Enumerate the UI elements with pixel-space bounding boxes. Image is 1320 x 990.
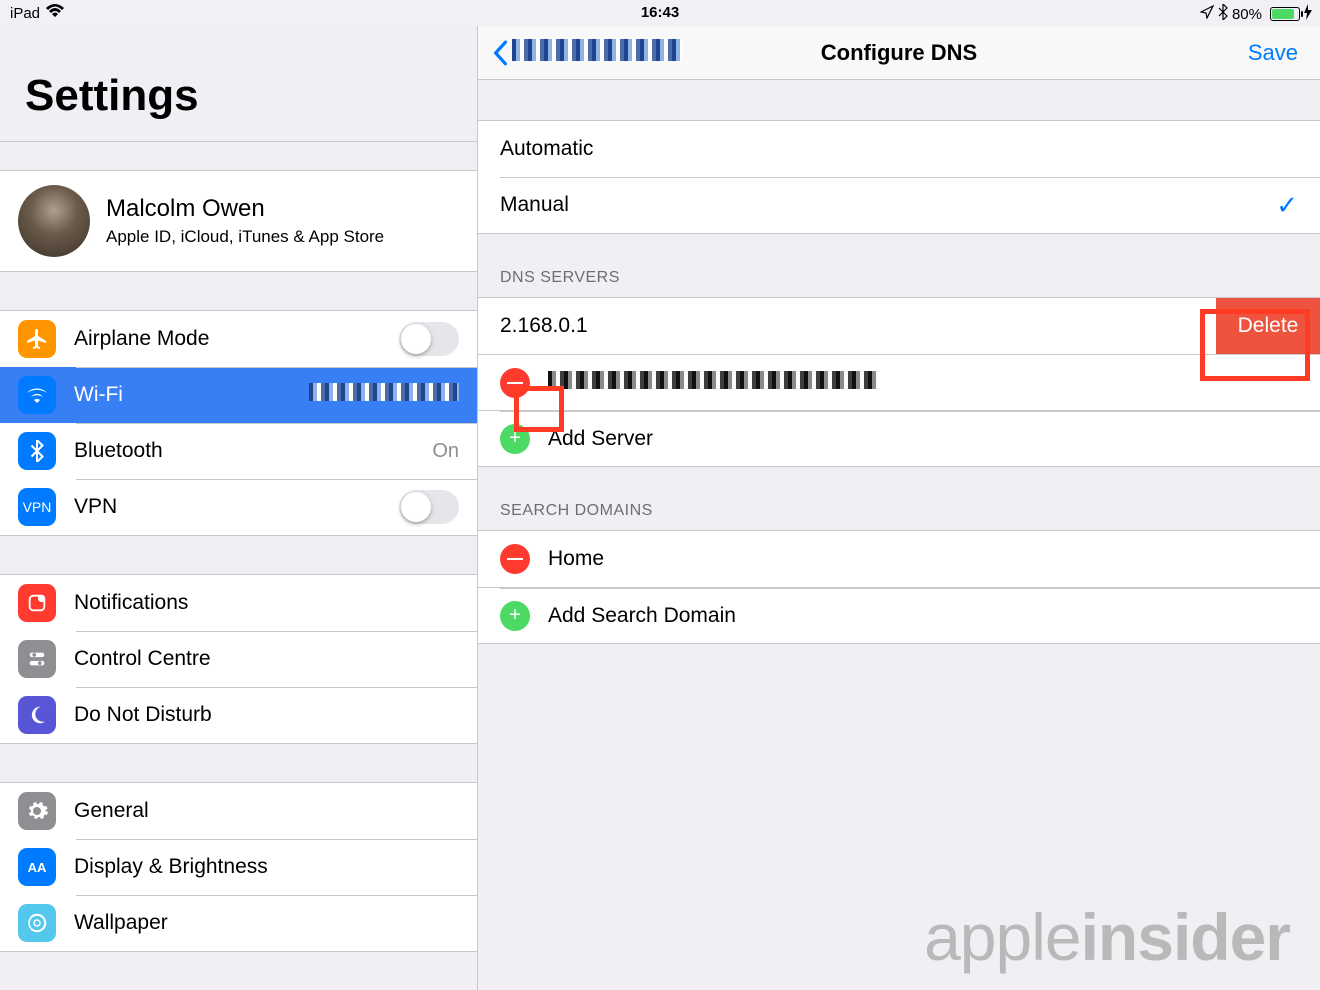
wifi-icon	[18, 376, 56, 414]
watermark: appleinsider	[924, 899, 1290, 975]
apple-id-cell[interactable]: Malcolm Owen Apple ID, iCloud, iTunes & …	[0, 170, 477, 272]
add-search-domain-row[interactable]: + Add Search Domain	[478, 587, 1320, 643]
status-bar: iPad 16:43 80%	[0, 0, 1320, 26]
charging-icon	[1304, 4, 1312, 24]
sidebar-item-label: Wallpaper	[74, 911, 459, 935]
moon-icon	[18, 696, 56, 734]
airplane-icon	[18, 320, 56, 358]
dns-server-row[interactable]	[478, 354, 1320, 410]
sidebar-item-notifications[interactable]: Notifications	[0, 575, 477, 631]
remove-icon[interactable]	[500, 544, 530, 574]
sidebar-item-wallpaper[interactable]: Wallpaper	[0, 895, 477, 951]
sidebar-item-label: Notifications	[74, 591, 459, 615]
back-label	[512, 39, 682, 67]
sidebar-item-general[interactable]: General	[0, 783, 477, 839]
dns-server-value	[548, 371, 878, 395]
wifi-network-name	[309, 383, 459, 407]
display-icon: AA	[18, 848, 56, 886]
back-button[interactable]	[492, 39, 682, 67]
wifi-icon	[46, 4, 64, 22]
battery-percent: 80%	[1232, 6, 1262, 23]
sidebar-item-airplane[interactable]: Airplane Mode	[0, 311, 477, 367]
dns-server-value: 2.168.0.1	[478, 298, 1216, 354]
search-domain-value: Home	[548, 547, 604, 571]
sidebar-item-label: Bluetooth	[74, 439, 432, 463]
avatar	[18, 185, 90, 257]
mode-automatic[interactable]: Automatic	[478, 121, 1320, 177]
row-label: Manual	[500, 193, 1276, 217]
nav-title: Configure DNS	[821, 40, 977, 66]
add-icon[interactable]: +	[500, 601, 530, 631]
bluetooth-icon	[18, 432, 56, 470]
location-icon	[1200, 5, 1214, 23]
gear-icon	[18, 792, 56, 830]
sidebar-item-bluetooth[interactable]: Bluetooth On	[0, 423, 477, 479]
sidebar-item-label: Control Centre	[74, 647, 459, 671]
checkmark-icon: ✓	[1276, 190, 1298, 221]
add-icon[interactable]: +	[500, 424, 530, 454]
sidebar-item-dnd[interactable]: Do Not Disturb	[0, 687, 477, 743]
control-centre-icon	[18, 640, 56, 678]
delete-button[interactable]: Delete	[1216, 298, 1320, 354]
row-label: Automatic	[500, 137, 1298, 161]
bluetooth-status: On	[432, 440, 459, 463]
row-label: Add Search Domain	[548, 604, 736, 628]
sidebar-item-wifi[interactable]: Wi-Fi	[0, 367, 477, 423]
sidebar-item-label: Do Not Disturb	[74, 703, 459, 727]
add-server-row[interactable]: + Add Server	[478, 410, 1320, 466]
notifications-icon	[18, 584, 56, 622]
search-domains-header: SEARCH DOMAINS	[478, 467, 1320, 530]
vpn-icon: VPN	[18, 488, 56, 526]
vpn-toggle[interactable]	[399, 490, 459, 524]
bluetooth-icon	[1218, 4, 1228, 24]
sidebar-item-display[interactable]: AA Display & Brightness	[0, 839, 477, 895]
dns-servers-header: DNS SERVERS	[478, 234, 1320, 297]
mode-manual[interactable]: Manual ✓	[478, 177, 1320, 233]
sidebar-item-label: Airplane Mode	[74, 327, 399, 351]
sidebar-item-label: Wi-Fi	[74, 383, 309, 407]
detail-pane: Configure DNS Save Automatic Manual ✓ DN…	[478, 26, 1320, 990]
sidebar-item-label: Display & Brightness	[74, 855, 459, 879]
wallpaper-icon	[18, 904, 56, 942]
page-title: Settings	[0, 26, 477, 141]
save-button[interactable]: Save	[1248, 40, 1298, 66]
settings-sidebar: Settings Malcolm Owen Apple ID, iCloud, …	[0, 26, 478, 990]
profile-subtitle: Apple ID, iCloud, iTunes & App Store	[106, 227, 384, 247]
row-label: Add Server	[548, 427, 653, 451]
remove-icon[interactable]	[500, 368, 530, 398]
sidebar-item-control-centre[interactable]: Control Centre	[0, 631, 477, 687]
sidebar-item-label: General	[74, 799, 459, 823]
profile-name: Malcolm Owen	[106, 195, 384, 223]
navbar: Configure DNS Save	[478, 26, 1320, 80]
dns-server-row-swiped[interactable]: 2.168.0.1 Delete	[478, 298, 1320, 354]
search-domain-row[interactable]: Home	[478, 531, 1320, 587]
airplane-toggle[interactable]	[399, 322, 459, 356]
chevron-left-icon	[492, 40, 508, 66]
clock: 16:43	[641, 4, 679, 21]
sidebar-item-vpn[interactable]: VPN VPN	[0, 479, 477, 535]
device-label: iPad	[10, 5, 40, 22]
battery-icon	[1270, 7, 1300, 21]
sidebar-item-label: VPN	[74, 495, 399, 519]
